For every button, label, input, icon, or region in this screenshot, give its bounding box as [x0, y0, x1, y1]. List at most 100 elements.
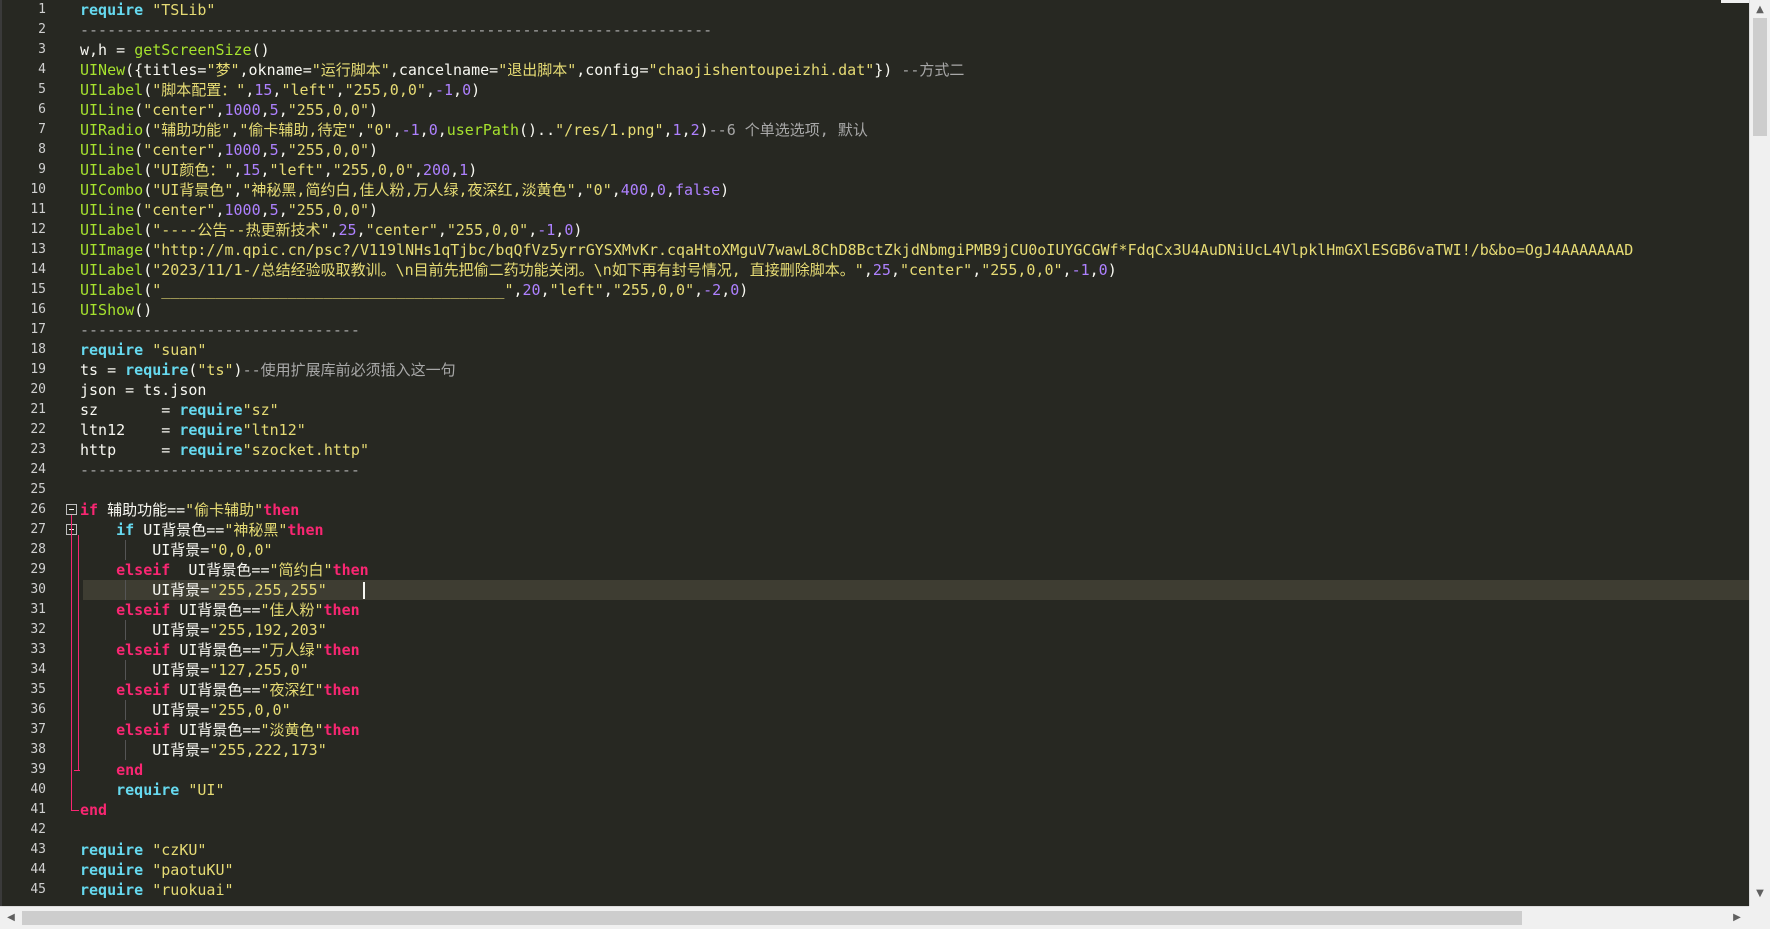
code-line[interactable]: require "paotuKU" [80, 860, 234, 880]
vertical-scrollbar[interactable]: ▲ ▼ [1749, 0, 1770, 906]
line-number: 36 [30, 702, 46, 717]
code-token: "center" [143, 141, 216, 159]
code-line[interactable]: UILabel("UI颜色：",15,"left","255,0,0",200,… [80, 160, 477, 180]
code-line[interactable]: ------------------------------- [80, 320, 360, 340]
code-line[interactable]: UILabel("脚本配置：",15,"left","255,0,0",-1,0… [80, 80, 480, 100]
code-line[interactable]: elseif UI背景色=="佳人粉"then [80, 600, 360, 620]
code-editor[interactable]: 1 2 3 4 5 6 7 8 9 10 11 12 13 14 15 16 17 18 19 20 21 22 23 24 2… [0, 0, 1770, 929]
code-token: ----------------------------------------… [80, 21, 713, 39]
code-line[interactable]: require "ruokuai" [80, 880, 234, 900]
code-line[interactable]: ------------------------------- [80, 460, 360, 480]
code-line[interactable]: elseif UI背景色=="淡黄色"then [80, 720, 360, 740]
horizontal-scrollbar[interactable]: ◀ ▶ [0, 906, 1749, 929]
code-token: UI背景= [80, 621, 210, 639]
code-line[interactable]: json = ts.json [80, 380, 206, 400]
line-number: 34 [30, 662, 46, 677]
code-token: "255,0,0" [287, 141, 369, 159]
code-line[interactable]: require "suan" [80, 340, 206, 360]
code-token: "255,192,203" [209, 621, 327, 639]
code-token: UILine [80, 101, 135, 119]
code-line[interactable]: UIShow() [80, 300, 152, 320]
code-token: require [125, 361, 189, 379]
line-number: 32 [30, 622, 46, 637]
code-line[interactable]: UICombo("UI背景色","神秘黑,简约白,佳人粉,万人绿,夜深红,淡黄色… [80, 180, 729, 200]
code-token: 0 [730, 281, 740, 299]
code-line[interactable]: UILabel("2023/11/1-/总结经验吸取教训。\n目前先把偷二药功能… [80, 260, 1117, 280]
code-line[interactable]: require "czKU" [80, 840, 206, 860]
code-token: , [260, 201, 270, 219]
code-line[interactable]: require "TSLib" [80, 0, 215, 20]
code-token: ( [143, 241, 153, 259]
code-token: UI背景色== [134, 521, 225, 539]
code-line[interactable]: elseif UI背景色=="简约白"then [80, 560, 369, 580]
code-token: , [1062, 261, 1072, 279]
code-line[interactable]: UILabel("----公告--热更新技术",25,"center","255… [80, 220, 582, 240]
fold-collapse-icon[interactable] [66, 504, 77, 515]
horizontal-scroll-thumb[interactable] [22, 911, 1522, 925]
code-token: , [425, 81, 435, 99]
code-token: "淡黄色" [260, 721, 324, 739]
code-token: UI背景= [80, 661, 210, 679]
code-line[interactable]: w,h = getScreenSize() [80, 40, 270, 60]
code-token: UI背景= [80, 541, 210, 559]
code-line[interactable]: UILine("center",1000,5,"255,0,0") [80, 200, 378, 220]
code-line[interactable]: UILabel("_______________________________… [80, 280, 748, 300]
code-token: "退出脚本" [498, 61, 577, 79]
code-token: "运行脚本" [311, 61, 390, 79]
code-line[interactable]: end [80, 760, 143, 780]
code-line[interactable]: UINew({titles="梦",okname="运行脚本",cancelna… [80, 60, 964, 80]
scroll-down-icon[interactable]: ▼ [1750, 886, 1770, 902]
code-line[interactable]: sz = require"sz" [80, 400, 279, 420]
code-line[interactable]: if 辅助功能=="偷卡辅助"then [80, 500, 299, 520]
line-number: 21 [30, 402, 46, 417]
code-line[interactable]: UI背景="0,0,0" [80, 540, 272, 560]
code-line[interactable]: end [80, 800, 107, 820]
code-token: ) [471, 81, 481, 99]
code-line[interactable]: UI背景="255,255,255" [80, 580, 327, 600]
code-token: 1000 [224, 201, 261, 219]
code-line[interactable]: ltn12 = require"ltn12" [80, 420, 306, 440]
scroll-right-icon[interactable]: ▶ [1728, 909, 1746, 927]
code-line[interactable]: UI背景="255,192,203" [80, 620, 327, 640]
code-token: UILabel [80, 281, 144, 299]
scroll-left-icon[interactable]: ◀ [2, 909, 20, 927]
code-token: w,h = [80, 41, 135, 59]
code-token: 5 [269, 201, 279, 219]
code-line[interactable]: if UI背景色=="神秘黑"then [80, 520, 323, 540]
code-token: then [323, 721, 360, 739]
code-token: , [414, 161, 424, 179]
line-number: 45 [30, 882, 46, 897]
code-token: require [179, 421, 243, 439]
code-token: 400 [620, 181, 648, 199]
vertical-scroll-thumb[interactable] [1753, 18, 1767, 136]
code-token: UILabel [80, 221, 144, 239]
code-line[interactable]: http = require"szocket.http" [80, 440, 369, 460]
code-token: , [230, 121, 240, 139]
code-token: "脚本配置：" [152, 81, 246, 99]
code-line[interactable]: UIImage("http://m.qpic.cn/psc?/V119lNHs1… [80, 240, 1633, 260]
code-text-area[interactable]: require "TSLib" -------------------------… [80, 0, 1749, 906]
code-token: , [540, 281, 550, 299]
code-token: "255,0,0" [287, 101, 369, 119]
code-line[interactable]: elseif UI背景色=="万人绿"then [80, 640, 360, 660]
code-token: -2 [703, 281, 722, 299]
code-line[interactable]: UI背景="255,0,0" [80, 700, 290, 720]
code-line[interactable]: UIRadio("辅助功能","偷卡辅助,待定","0",-1,0,userPa… [80, 120, 868, 140]
code-line[interactable]: UI背景="127,255,0" [80, 660, 308, 680]
code-token: UI背景= [80, 701, 210, 719]
code-line[interactable]: ts = require("ts")--使用扩展库前必须插入这一句 [80, 360, 456, 380]
code-line[interactable]: require "UI" [80, 780, 224, 800]
code-line[interactable]: UILine("center",1000,5,"255,0,0") [80, 100, 378, 120]
code-line[interactable]: elseif UI背景色=="夜深红"then [80, 680, 360, 700]
code-line[interactable]: UI背景="255,222,173" [80, 740, 327, 760]
line-number: 16 [30, 302, 46, 317]
code-token: http = [80, 441, 180, 459]
code-token: "left" [549, 281, 604, 299]
code-token: "简约白" [269, 561, 333, 579]
code-line[interactable]: ----------------------------------------… [80, 20, 712, 40]
scroll-up-icon[interactable]: ▲ [1750, 2, 1770, 18]
code-token: UI背景= [80, 581, 210, 599]
code-line[interactable]: UILine("center",1000,5,"255,0,0") [80, 140, 378, 160]
